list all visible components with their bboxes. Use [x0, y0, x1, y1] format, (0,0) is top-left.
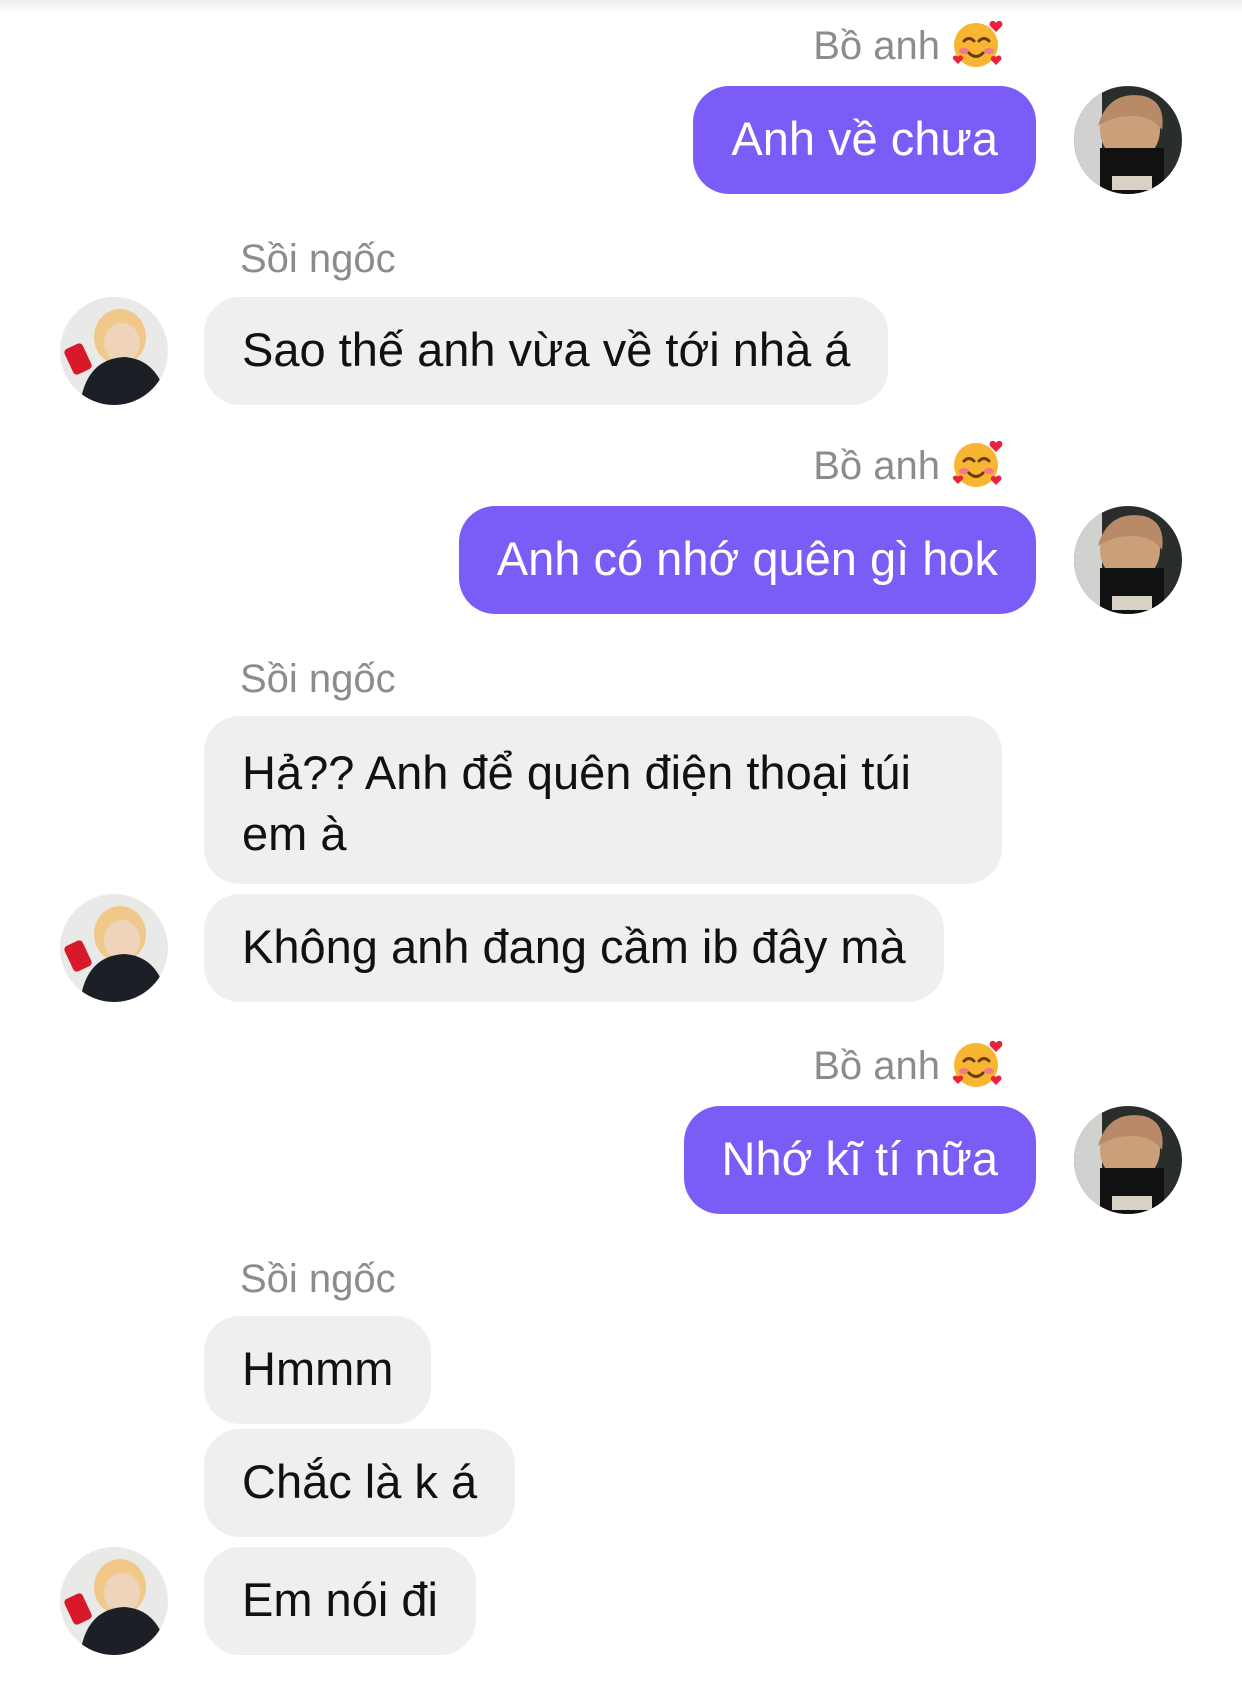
- avatar-me-image: [1074, 1106, 1182, 1214]
- avatar-me[interactable]: [1074, 1106, 1182, 1214]
- message-bubble-outgoing[interactable]: Nhớ kĩ tí nữa: [683, 1106, 1036, 1214]
- avatar-other-image: [60, 297, 168, 405]
- sender-name-me: Bồ anh: [813, 21, 1004, 73]
- sender-name-text: Bồ anh: [813, 444, 940, 488]
- message-bubble-incoming[interactable]: Hả?? Anh để quên điện thoại túi em à: [204, 716, 1002, 884]
- message-bubble-incoming[interactable]: Hmmm: [204, 1316, 432, 1424]
- avatar-me[interactable]: [1074, 506, 1182, 614]
- smiling-face-with-hearts-icon: [952, 441, 1003, 488]
- avatar-me-image: [1074, 506, 1182, 614]
- avatar-other-image: [60, 1547, 168, 1655]
- sender-name-other: Sồi ngốc: [240, 657, 396, 701]
- avatar-other[interactable]: [60, 1547, 168, 1655]
- avatar-other[interactable]: [60, 894, 168, 1002]
- avatar-other[interactable]: [60, 297, 168, 405]
- avatar-me-image: [1074, 86, 1182, 194]
- message-bubble-incoming[interactable]: Em nói đi: [204, 1547, 476, 1655]
- sender-name-other: Sồi ngốc: [240, 1257, 396, 1301]
- sender-name-other: Sồi ngốc: [240, 237, 396, 281]
- sender-name-me: Bồ anh: [813, 1041, 1004, 1093]
- message-bubble-incoming[interactable]: Không anh đang cầm ib đây mà: [204, 894, 944, 1002]
- smiling-face-with-hearts-icon: [952, 1041, 1003, 1088]
- message-bubble-outgoing[interactable]: Anh có nhớ quên gì hok: [458, 506, 1036, 614]
- sender-name-text: Bồ anh: [813, 24, 940, 68]
- avatar-other-image: [60, 894, 168, 1002]
- sender-name-me: Bồ anh: [813, 441, 1004, 493]
- sender-name-text: Bồ anh: [813, 1044, 940, 1088]
- avatar-me[interactable]: [1074, 86, 1182, 194]
- smiling-face-with-hearts-icon: [952, 21, 1003, 68]
- top-edge-shadow: [0, 0, 1242, 14]
- message-bubble-incoming[interactable]: Sao thế anh vừa về tới nhà á: [204, 297, 889, 405]
- message-bubble-incoming[interactable]: Chắc là k á: [204, 1429, 516, 1537]
- message-bubble-outgoing[interactable]: Anh về chưa: [693, 86, 1036, 194]
